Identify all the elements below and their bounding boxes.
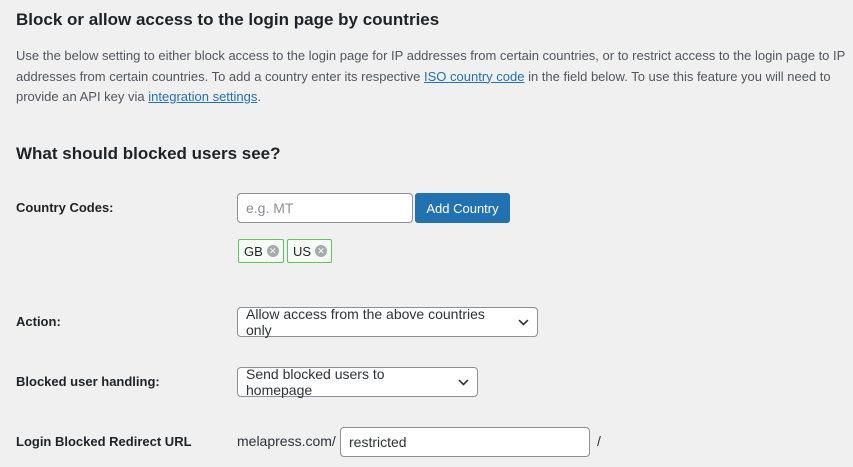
redirect-url-suffix: / <box>597 433 601 449</box>
country-chip-label: US <box>293 243 312 259</box>
iso-country-code-link[interactable]: ISO country code <box>424 69 524 84</box>
chevron-down-icon <box>458 378 469 386</box>
redirect-url-prefix: melapress.com/ <box>237 433 336 449</box>
action-label: Action: <box>16 314 61 329</box>
blocked-users-heading: What should blocked users see? <box>16 144 281 163</box>
add-country-button[interactable]: Add Country <box>415 193 510 223</box>
blocked-user-handling-select[interactable]: Send blocked users to homepage <box>237 366 478 398</box>
redirect-url-label: Login Blocked Redirect URL <box>16 434 192 449</box>
remove-circle-icon[interactable]: ✕ <box>315 245 328 257</box>
section-description: Use the below setting to either block ac… <box>16 46 846 108</box>
description-text-3: . <box>257 89 261 104</box>
chevron-down-icon <box>518 318 529 326</box>
blocked-handling-selected-value: Send blocked users to homepage <box>246 366 385 398</box>
country-chip-us: US ✕ <box>287 239 333 263</box>
remove-circle-icon[interactable]: ✕ <box>266 245 279 257</box>
blocked-user-handling-label: Blocked user handling: <box>16 374 160 389</box>
section-title: Block or allow access to the login page … <box>16 10 440 29</box>
country-code-input[interactable] <box>237 193 413 223</box>
country-codes-label: Country Codes: <box>16 200 114 215</box>
action-select[interactable]: Allow access from the above countries on… <box>237 306 538 338</box>
country-chip-label: GB <box>244 243 263 259</box>
action-selected-value: Allow access from the above countries on… <box>246 306 485 338</box>
country-chip-gb: GB ✕ <box>238 239 284 263</box>
integration-settings-link[interactable]: integration settings <box>148 89 257 104</box>
redirect-url-input[interactable] <box>340 427 590 457</box>
